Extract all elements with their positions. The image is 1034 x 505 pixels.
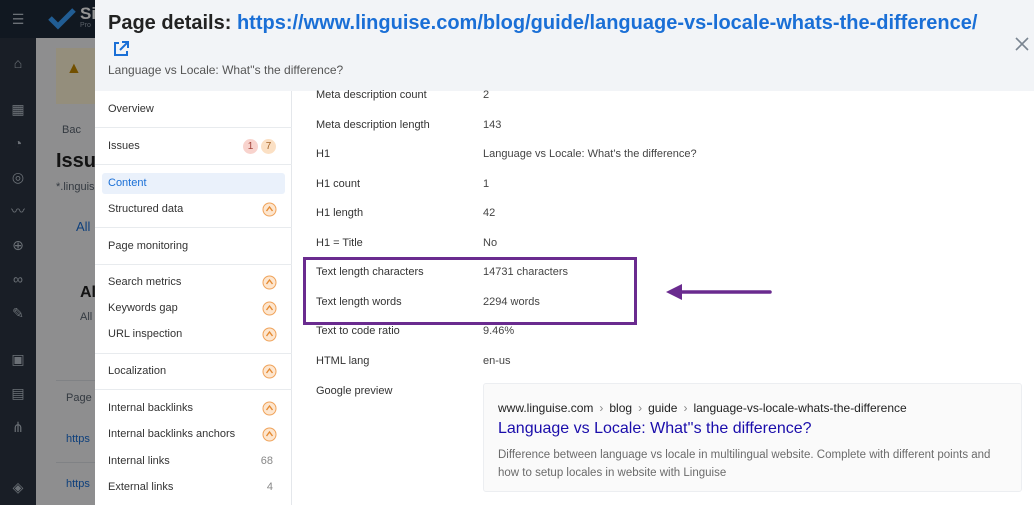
row-value: No (483, 237, 498, 249)
row-label: H1 = Title (316, 237, 363, 249)
external-link-icon[interactable] (112, 40, 130, 58)
nav-item-label: Content (108, 177, 147, 189)
nav-item-search-metrics[interactable]: Search metrics (102, 272, 285, 293)
upgrade-icon (262, 301, 277, 316)
crumb-item: blog (609, 401, 633, 415)
nav-divider (95, 127, 292, 128)
row-label: Meta description length (316, 119, 430, 131)
nav-item-label: External links (108, 481, 174, 493)
nav-item-label: Page monitoring (108, 240, 189, 252)
close-icon[interactable] (1013, 35, 1031, 53)
nav-item-label: Issues (108, 140, 140, 152)
upgrade-icon (262, 364, 277, 379)
google-preview-breadcrumb: www.linguise.com › blog › guide › language-vs-… (498, 401, 907, 415)
nav-item-overview[interactable]: Overview (102, 99, 285, 120)
upgrade-icon (262, 401, 277, 416)
chevron-right-icon: › (599, 401, 604, 415)
crumb-item: language-vs-locale-whats-the-difference (693, 401, 907, 415)
chevron-right-icon: › (683, 401, 688, 415)
annotation-highlight-box (303, 257, 637, 325)
annotation-arrow-icon (666, 284, 772, 300)
nav-item-content[interactable]: Content (102, 173, 285, 194)
nav-divider (95, 389, 292, 390)
issues-warning-badge: 7 (261, 139, 276, 154)
nav-item-label: Internal backlinks (108, 402, 193, 414)
nav-item-external-links[interactable]: External links 4 (102, 477, 285, 498)
upgrade-icon (262, 275, 277, 290)
nav-divider (95, 227, 292, 228)
row-value: 143 (483, 119, 502, 131)
crumb-domain: www.linguise.com (498, 401, 594, 415)
upgrade-icon (262, 427, 277, 442)
google-preview-title[interactable]: Language vs Locale: What''s the differen… (498, 420, 812, 438)
nav-item-issues[interactable]: Issues 1 7 (102, 136, 285, 157)
nav-divider (95, 264, 292, 265)
row-label: Google preview (316, 385, 393, 397)
details-nav: Overview Issues 1 7 Content Structured d… (95, 91, 292, 505)
row-label: Meta description count (316, 89, 427, 101)
page-title: Page details: https://www.linguise.com/b… (108, 10, 988, 64)
nav-item-url-inspection[interactable]: URL inspection (102, 324, 285, 345)
page-details-modal: Page details: https://www.linguise.com/b… (95, 0, 1034, 505)
nav-item-page-monitoring[interactable]: Page monitoring (102, 236, 285, 257)
upgrade-icon (262, 327, 277, 342)
google-preview-description: Difference between language vs locale in… (498, 449, 991, 479)
internal-links-count: 68 (260, 455, 273, 467)
nav-item-label: Structured data (108, 203, 184, 215)
nav-item-internal-backlinks-anchors[interactable]: Internal backlinks anchors (102, 424, 285, 445)
nav-item-keywords-gap[interactable]: Keywords gap (102, 298, 285, 319)
modal-header: Page details: https://www.linguise.com/b… (95, 0, 1034, 91)
issues-error-badge: 1 (243, 139, 258, 154)
row-value: 42 (483, 207, 496, 219)
row-label: Text to code ratio (316, 325, 400, 337)
nav-item-label: Keywords gap (108, 302, 178, 314)
row-value: en-us (483, 355, 511, 367)
nav-item-structured-data[interactable]: Structured data (102, 199, 285, 220)
crumb-item: guide (648, 401, 678, 415)
row-value: Language vs Locale: What’s the differenc… (483, 148, 697, 160)
row-value: 1 (483, 178, 490, 190)
row-label: H1 length (316, 207, 364, 219)
external-links-count: 4 (266, 481, 273, 493)
chevron-right-icon: › (638, 401, 643, 415)
row-label: H1 (316, 148, 331, 160)
nav-item-localization[interactable]: Localization (102, 361, 285, 382)
lock-icon (262, 202, 277, 217)
row-label: HTML lang (316, 355, 370, 367)
page-url-link[interactable]: https://www.linguise.com/blog/guide/lang… (237, 12, 977, 34)
nav-item-label: Internal links (108, 455, 170, 467)
nav-item-label: Overview (108, 103, 154, 115)
nav-item-label: URL inspection (108, 328, 183, 340)
nav-item-label: Search metrics (108, 276, 182, 288)
nav-item-label: Localization (108, 365, 167, 377)
page-title-prefix: Page details: (108, 12, 237, 34)
nav-item-label: Internal backlinks anchors (108, 428, 236, 440)
nav-item-internal-links[interactable]: Internal links 68 (102, 451, 285, 472)
row-label: H1 count (316, 178, 361, 190)
row-value: 9.46% (483, 325, 515, 337)
nav-divider (95, 164, 292, 165)
page-subtitle: Language vs Locale: What''s the differen… (108, 63, 344, 77)
nav-item-internal-backlinks[interactable]: Internal backlinks (102, 398, 285, 419)
google-preview-card: www.linguise.com › blog › guide › language-vs-… (483, 383, 1022, 492)
row-value: 2 (483, 89, 490, 101)
nav-divider (95, 353, 292, 354)
